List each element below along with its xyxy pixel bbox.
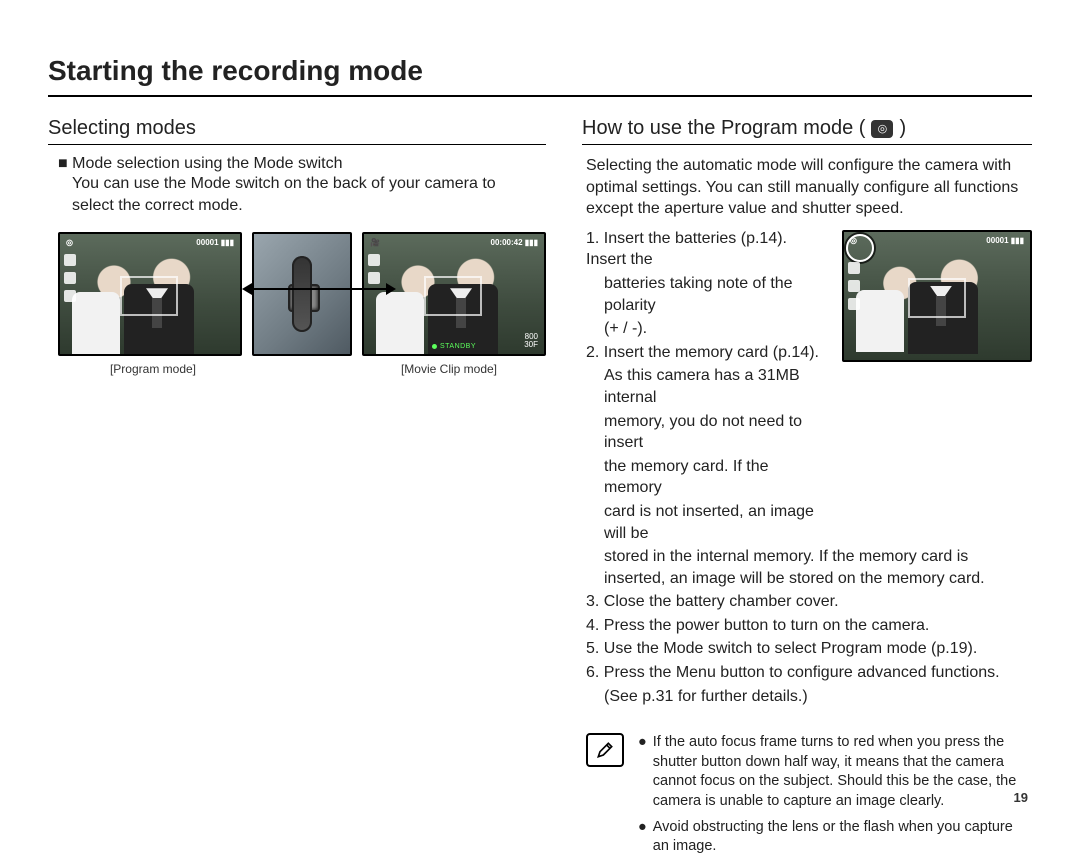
macro-icon xyxy=(368,272,380,284)
movie-mode-icon: 🎥 xyxy=(370,238,380,247)
bullet-description: You can use the Mode switch on the back … xyxy=(72,173,540,216)
standby-indicator: STANDBY xyxy=(432,343,476,350)
lcd-left-icons xyxy=(848,262,860,310)
figure-row: ◎ 00001 ▮▮▮ xyxy=(48,232,546,356)
macro-icon xyxy=(64,272,76,284)
standby-label: STANDBY xyxy=(440,343,476,350)
mode-highlight-circle-icon xyxy=(846,234,874,262)
battery-icon: ▮▮▮ xyxy=(221,238,234,247)
af-frame-icon xyxy=(120,276,178,316)
lcd-program-mode: ◎ 00001 ▮▮▮ xyxy=(58,232,242,356)
heading-text-before: How to use the Program mode ( xyxy=(582,117,865,140)
step-2-line6: stored in the internal memory. If the me… xyxy=(586,546,1032,589)
af-frame-icon xyxy=(424,276,482,316)
timer-icon xyxy=(848,298,860,310)
fps-value: 30F xyxy=(524,341,538,350)
steps-and-figure: 1. Insert the batteries (p.14). Insert t… xyxy=(582,228,1032,546)
movie-settings: 800 30F xyxy=(524,333,538,351)
movie-time: 00:00:42 xyxy=(491,238,523,247)
section-heading-selecting-modes: Selecting modes xyxy=(48,117,546,145)
flash-icon xyxy=(848,262,860,274)
image-counter: 00001 xyxy=(196,238,218,247)
image-counter: 00001 xyxy=(986,236,1008,245)
double-arrow-icon xyxy=(244,288,394,290)
step-list-bottom: stored in the internal memory. If the me… xyxy=(582,546,1032,709)
lcd-program-mode-right: ◎ 00001 ▮▮▮ xyxy=(842,230,1032,362)
step-4: 4. Press the power button to turn on the… xyxy=(586,615,1032,637)
mode-switch-illustration xyxy=(252,232,352,356)
step-2: 2. Insert the memory card (p.14). xyxy=(586,342,830,364)
two-column-layout: Selecting modes ■ Mode selection using t… xyxy=(48,117,1032,863)
step-2-line5: card is not inserted, an image will be xyxy=(586,501,830,544)
step-2-line4: the memory card. If the memory xyxy=(586,456,830,499)
battery-icon: ▮▮▮ xyxy=(1011,236,1024,245)
lcd-left-icons xyxy=(368,254,380,284)
step-2-line2: As this camera has a 31MB internal xyxy=(586,365,830,408)
note-box: ● If the auto focus frame turns to red w… xyxy=(582,733,1032,862)
timer-icon xyxy=(64,290,76,302)
battery-icon: ▮▮▮ xyxy=(525,238,538,247)
figure-captions: [Program mode] [Movie Clip mode] xyxy=(48,362,546,376)
page-title: Starting the recording mode xyxy=(48,55,1032,97)
caption-program-mode: [Program mode] xyxy=(58,362,248,376)
program-mode-lcd-figure: ◎ 00001 ▮▮▮ xyxy=(842,230,1032,546)
bullet-mode-selection: ■ Mode selection using the Mode switch xyxy=(58,155,546,173)
step-1-line3: (+ / -). xyxy=(586,318,830,340)
flash-icon xyxy=(64,254,76,266)
flash-icon xyxy=(368,254,380,266)
right-column: How to use the Program mode ( ◎ ) Select… xyxy=(582,117,1032,863)
heading-text-after: ) xyxy=(899,117,906,140)
mode-indicator-icon: ◎ xyxy=(66,238,73,247)
note-2: Avoid obstructing the lens or the flash … xyxy=(653,818,1032,857)
page-number: 19 xyxy=(1014,790,1028,805)
manual-page: Starting the recording mode Selecting mo… xyxy=(0,0,1080,815)
left-column: Selecting modes ■ Mode selection using t… xyxy=(48,117,546,863)
note-list: ● If the auto focus frame turns to red w… xyxy=(638,733,1032,862)
caption-movie-clip-mode: [Movie Clip mode] xyxy=(354,362,544,376)
program-mode-icon: ◎ xyxy=(871,120,893,138)
step-2-line3: memory, you do not need to insert xyxy=(586,411,830,454)
note-1: If the auto focus frame turns to red whe… xyxy=(653,733,1032,811)
af-frame-icon xyxy=(908,278,966,318)
step-6: 6. Press the Menu button to configure ad… xyxy=(586,662,1032,684)
bullet-title: Mode selection using the Mode switch xyxy=(72,155,342,172)
step-1: 1. Insert the batteries (p.14). Insert t… xyxy=(586,228,830,271)
step-1-line2: batteries taking note of the polarity xyxy=(586,273,830,316)
bullet-dot-icon: ● xyxy=(638,818,647,857)
lcd-left-icons xyxy=(64,254,76,302)
macro-icon xyxy=(848,280,860,292)
program-mode-intro: Selecting the automatic mode will config… xyxy=(582,155,1032,220)
section-heading-program-mode: How to use the Program mode ( ◎ ) xyxy=(582,117,1032,145)
step-list-top: 1. Insert the batteries (p.14). Insert t… xyxy=(582,228,830,546)
step-6-line2: (See p.31 for further details.) xyxy=(586,686,1032,708)
step-5: 5. Use the Mode switch to select Program… xyxy=(586,638,1032,660)
bullet-dot-icon: ● xyxy=(638,733,647,811)
step-3: 3. Close the battery chamber cover. xyxy=(586,591,1032,613)
heading-text: Selecting modes xyxy=(48,117,196,140)
note-icon xyxy=(586,733,624,767)
